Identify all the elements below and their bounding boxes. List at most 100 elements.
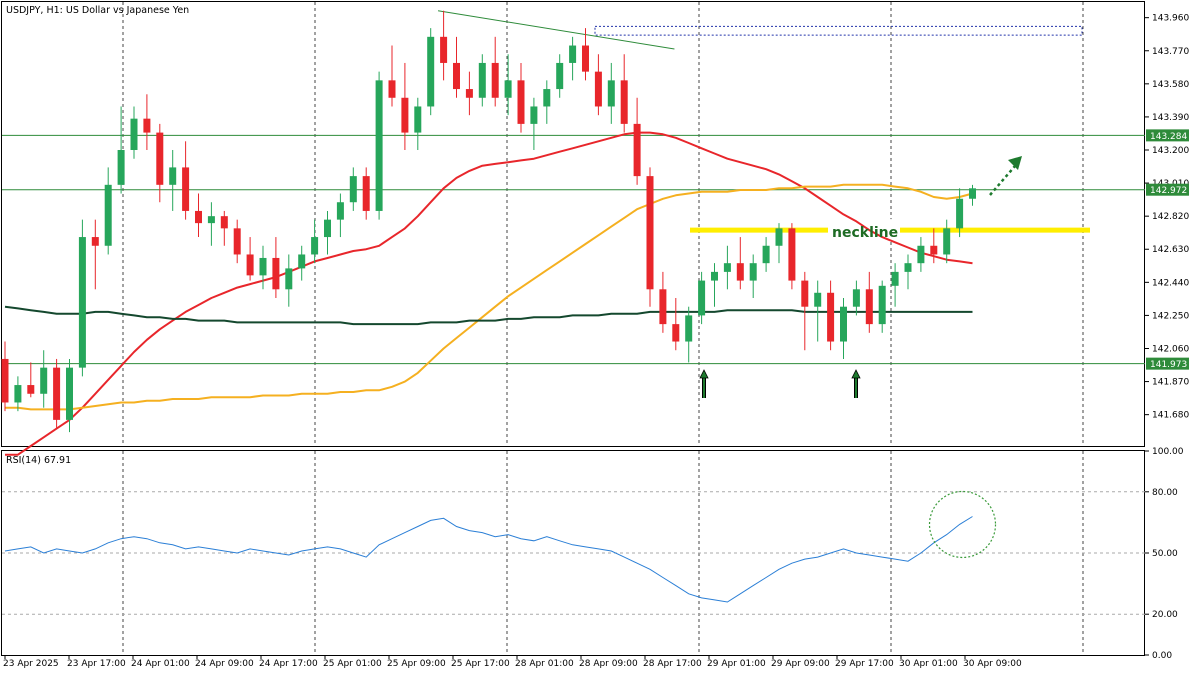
rsi-tick-label: 20.00: [1152, 610, 1178, 620]
candle-body: [362, 176, 370, 211]
candle-body: [169, 167, 177, 185]
candle-body: [762, 245, 770, 264]
candle-body: [14, 385, 22, 403]
price-tick-label: 141.680: [1152, 411, 1189, 421]
time-tick-label: 25 Apr 01:00: [323, 659, 382, 669]
candle: [375, 71, 383, 220]
candle-body: [827, 292, 835, 342]
chart-title: USDJPY, H1: US Dollar vs Japanese Yen: [6, 5, 189, 16]
candle-body: [530, 106, 538, 124]
rsi-tick-label: 80.00: [1152, 488, 1178, 498]
time-tick-label: 29 Apr 01:00: [707, 659, 766, 669]
candle-body: [620, 80, 628, 124]
candle-body: [427, 36, 435, 107]
candle: [427, 28, 435, 116]
price-tick-label: 142.820: [1152, 212, 1189, 222]
candle-body: [775, 228, 783, 246]
candle: [788, 223, 796, 290]
candle-body: [298, 254, 306, 269]
time-tick-label: 24 Apr 01:00: [131, 659, 190, 669]
candle-body: [285, 268, 293, 290]
time-tick-label: 29 Apr 09:00: [771, 659, 830, 669]
candle-body: [749, 263, 757, 281]
rsi-tick-label: 0.00: [1152, 651, 1172, 661]
candle-body: [324, 219, 331, 238]
time-tick-label: 28 Apr 09:00: [579, 659, 638, 669]
time-tick-label: 30 Apr 09:00: [963, 659, 1022, 669]
price-tick-label: 143.200: [1152, 146, 1189, 156]
candle-body: [930, 245, 938, 255]
price-level-badge-label: 143.284: [1150, 132, 1187, 142]
candle-body: [104, 184, 112, 246]
rsi-tick-label: 100.00: [1152, 447, 1184, 457]
candle-body: [130, 118, 138, 150]
price-tick-label: 143.960: [1152, 14, 1189, 24]
time-tick-label: 25 Apr 09:00: [387, 659, 446, 669]
time-tick-label: 23 Apr 17:00: [67, 659, 126, 669]
candle-body: [865, 289, 873, 325]
candle-body: [956, 198, 964, 229]
candle-body: [904, 263, 912, 272]
candle-body: [195, 210, 202, 224]
price-tick-label: 142.060: [1152, 344, 1189, 354]
time-tick-label: 28 Apr 17:00: [643, 659, 702, 669]
candle-body: [414, 106, 422, 133]
candle-body: [40, 367, 48, 394]
candle-body: [582, 45, 589, 72]
candle-body: [478, 62, 486, 98]
candle-body: [375, 80, 383, 211]
candle: [646, 167, 654, 307]
candle-body: [207, 216, 215, 224]
candle-body: [659, 289, 667, 325]
price-level-badge-label: 142.972: [1150, 186, 1187, 196]
price-tick-label: 141.870: [1152, 378, 1189, 388]
candle-body: [272, 257, 280, 290]
price-tick-label: 143.390: [1152, 113, 1189, 123]
candle-body: [156, 132, 164, 185]
candle-body: [840, 306, 847, 342]
candle-body: [311, 237, 319, 255]
candle-body: [698, 280, 706, 316]
time-tick-label: 30 Apr 01:00: [899, 659, 958, 669]
time-tick-label: 28 Apr 01:00: [515, 659, 574, 669]
candle-body: [53, 367, 61, 420]
candle-body: [852, 289, 860, 307]
candle-body: [891, 271, 899, 286]
candle-body: [814, 292, 822, 307]
candle-body: [788, 228, 796, 281]
candle-body: [220, 216, 228, 229]
candle-body: [504, 80, 512, 98]
candle-body: [117, 150, 125, 185]
candle-body: [543, 89, 551, 107]
price-tick-label: 142.440: [1152, 278, 1189, 288]
candle-body: [453, 62, 460, 90]
candle-body: [685, 315, 693, 342]
candle-body: [491, 62, 499, 98]
candle-body: [91, 237, 99, 246]
candle-body: [66, 367, 73, 420]
rsi-title: RSI(14) 67.91: [6, 455, 71, 466]
candle-body: [440, 36, 448, 63]
candle-body: [78, 237, 86, 368]
candle-body: [607, 80, 615, 107]
candle-body: [917, 245, 925, 264]
candle-body: [259, 257, 267, 276]
candle-body: [736, 263, 744, 281]
time-tick-label: 23 Apr 2025: [3, 659, 59, 669]
time-tick-label: 24 Apr 17:00: [259, 659, 318, 669]
candle-body: [336, 202, 344, 220]
candle-body: [594, 71, 602, 107]
price-tick-label: 142.250: [1152, 311, 1189, 321]
candle-body: [401, 97, 409, 133]
candle-body: [801, 280, 809, 307]
neckline-label: neckline: [832, 225, 898, 241]
price-level-badge-label: 141.973: [1150, 360, 1187, 370]
candle-body: [27, 385, 35, 394]
price-tick-label: 143.580: [1152, 80, 1189, 90]
time-tick-label: 24 Apr 09:00: [195, 659, 254, 669]
candle-body: [711, 271, 718, 281]
candle-body: [233, 228, 241, 255]
time-tick-label: 25 Apr 17:00: [451, 659, 510, 669]
time-tick-label: 29 Apr 17:00: [835, 659, 894, 669]
candle-body: [569, 45, 577, 63]
